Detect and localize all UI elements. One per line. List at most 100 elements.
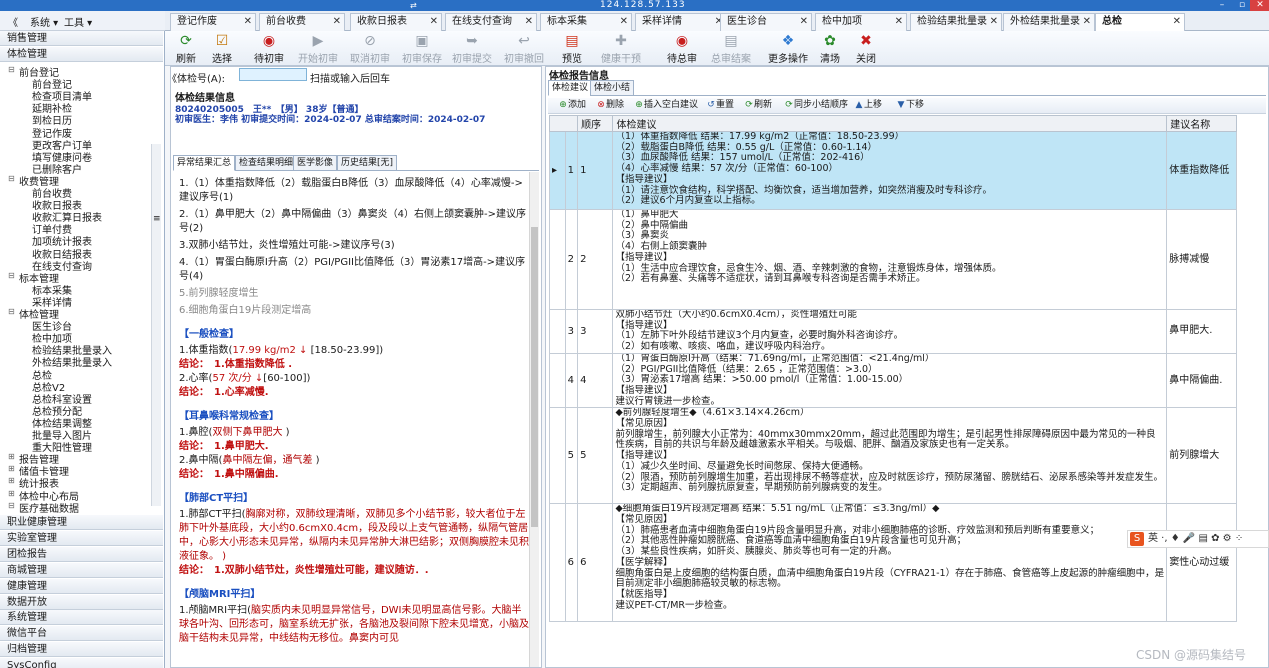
- tab-medical-imaging[interactable]: 医学影像: [293, 155, 338, 171]
- tab-close-icon[interactable]: ✕: [800, 14, 808, 30]
- tab-abnormal-summary[interactable]: 异常结果汇总: [173, 155, 236, 171]
- toolbar-button-3[interactable]: ◉ 待初审: [249, 33, 289, 65]
- menu-tools[interactable]: 工具 ▾: [64, 14, 92, 29]
- column-header-order[interactable]: 顺序: [577, 115, 614, 132]
- panel-collapse-icon[interactable]: 《: [167, 70, 177, 85]
- minimize-button[interactable]: –: [1212, 0, 1232, 11]
- tab-close-icon[interactable]: ✕: [1173, 14, 1181, 30]
- toolbar-button-6[interactable]: ▣ 初审保存: [397, 33, 447, 65]
- tab-close-icon[interactable]: ✕: [620, 14, 628, 30]
- column-header-advice[interactable]: 体检建议: [612, 115, 1168, 132]
- ime-status: 英 ·, ♦ 🎤 ▤ ✿ ⚙ ⁘: [1148, 533, 1244, 544]
- tab-close-icon[interactable]: ✕: [333, 14, 341, 30]
- toolbar-button-15[interactable]: ✖ 关闭: [851, 33, 881, 65]
- column-header-name[interactable]: 建议名称: [1166, 115, 1237, 132]
- doc-tab-1[interactable]: 登记作废 ✕: [170, 13, 256, 31]
- ime-toolbar[interactable]: S 英 ·, ♦ 🎤 ▤ ✿ ⚙ ⁘: [1127, 530, 1269, 548]
- restore-button[interactable]: ▫: [1232, 0, 1252, 11]
- tab-result-detail[interactable]: 检查结果明细: [235, 155, 298, 171]
- advice-row[interactable]: ▸ 1 1 （1）体重指数降低 结果：17.99 kg/m2（正常值：18.50-23…: [549, 131, 1237, 210]
- septum-end: ): [312, 455, 320, 466]
- advice-row[interactable]: 2 2 （1）鼻甲肥大 （2）鼻中隔偏曲 （3）鼻窦炎 （4）右侧上颌窦囊肿 【指导…: [549, 209, 1237, 310]
- advice-action-8[interactable]: ▼ 下移: [896, 99, 924, 112]
- doc-tab-3[interactable]: 收款日报表 ✕: [350, 13, 442, 31]
- sidebar-section[interactable]: 团检报告: [0, 546, 163, 562]
- tab-close-icon[interactable]: ✕: [990, 14, 998, 30]
- sidebar-section[interactable]: 微信平台: [0, 626, 163, 642]
- advice-action-3[interactable]: ⊕插入空白建议: [634, 99, 698, 112]
- tree-toggle-icon[interactable]: ⊞: [8, 464, 15, 473]
- advice-row[interactable]: 4 4 （1）胃蛋白酶原Ⅰ升高（结果：71.69ng/ml，正常范围值：<21.4n…: [549, 352, 1237, 409]
- advice-action-1[interactable]: ⊕添加: [558, 99, 586, 112]
- ct-result: 1.肺部CT平扫(胸廓对称，双肺纹理清晰，双肺见多个小结节影，较大者位于左肺下叶…: [179, 508, 529, 564]
- doc-tab-9[interactable]: 检验结果批量录 ✕: [910, 13, 1002, 31]
- tree-toggle-icon[interactable]: ⊟: [8, 65, 15, 74]
- advice-row[interactable]: 5 5 ◆前列腺轻度增生◆（4.61×3.14×4.26cm） 【常见原因】 前列腺…: [549, 407, 1237, 505]
- sidebar-section[interactable]: 实验室管理: [0, 530, 163, 546]
- tab-close-icon[interactable]: ✕: [895, 14, 903, 30]
- tab-close-icon[interactable]: ✕: [525, 14, 533, 30]
- doc-tab-5[interactable]: 标本采集 ✕: [540, 13, 632, 31]
- tree-toggle-icon[interactable]: ⊟: [8, 501, 15, 510]
- sidebar-section-exam[interactable]: 体检管理: [0, 47, 163, 62]
- sidebar-section-sales[interactable]: 销售管理: [0, 31, 163, 46]
- toolbar-button-8[interactable]: ↩ 初审撤回: [499, 33, 549, 65]
- exam-number-input[interactable]: [239, 68, 307, 81]
- advice-action-4[interactable]: ↺重置: [706, 99, 734, 112]
- toolbar-label: 开始初审: [298, 54, 338, 65]
- doc-tab-10[interactable]: 外检结果批量录 ✕: [1003, 13, 1095, 31]
- toolbar-button-11[interactable]: ◉ 待总审: [662, 33, 702, 65]
- septum-label: 2.鼻中隔(: [179, 455, 223, 466]
- nasal-value: 双侧下鼻甲肥大: [212, 427, 283, 438]
- advice-action-2[interactable]: ⊗删除: [596, 99, 624, 112]
- tab-history[interactable]: 历史结果[无]: [337, 155, 398, 171]
- content-scrollbar[interactable]: [529, 172, 539, 667]
- toolbar-button-7[interactable]: ➥ 初审提交: [447, 33, 497, 65]
- toolbar-button-12[interactable]: ▤ 总审结案: [708, 33, 754, 65]
- toolbar-button-1[interactable]: ⟳ 刷新: [171, 33, 201, 65]
- doc-tab-6[interactable]: 采样详情 ✕: [635, 13, 727, 31]
- tab-close-icon[interactable]: ✕: [1083, 14, 1091, 30]
- tab-advice[interactable]: 体检建议: [548, 80, 593, 96]
- sidebar-section[interactable]: 商城管理: [0, 562, 163, 578]
- advice-action-5[interactable]: ⟳刷新: [744, 99, 772, 112]
- doc-tab-2[interactable]: 前台收费 ✕: [259, 13, 345, 31]
- tab-summary[interactable]: 体检小结: [590, 80, 635, 96]
- menu-system[interactable]: 系统 ▾: [30, 14, 58, 29]
- sidebar-scrollbar[interactable]: ≡: [151, 144, 161, 506]
- tree-toggle-icon[interactable]: ⊞: [8, 489, 15, 498]
- toolbar-button-4[interactable]: ▶ 开始初审: [293, 33, 343, 65]
- tab-close-icon[interactable]: ✕: [430, 14, 438, 30]
- tree-toggle-icon[interactable]: ⊟: [8, 174, 15, 183]
- tree-toggle-icon[interactable]: ⊟: [8, 307, 15, 316]
- collapse-nav-icon[interactable]: 《: [8, 14, 18, 29]
- close-window-button[interactable]: ✕: [1250, 0, 1269, 11]
- sidebar-section[interactable]: 系统管理: [0, 610, 163, 626]
- doc-tab-11[interactable]: 总检 ✕: [1095, 13, 1185, 31]
- action-icon: ▼: [897, 100, 905, 110]
- toolbar-button-14[interactable]: ✿ 清场: [815, 33, 845, 65]
- doc-tab-8[interactable]: 检中加项 ✕: [815, 13, 907, 31]
- advice-row[interactable]: 3 3 双肺小结节灶（大小约0.6cmX0.4cm），炎性增殖灶可能 【指导建议】 …: [549, 309, 1237, 354]
- sidebar-section[interactable]: 归档管理: [0, 642, 163, 658]
- advice-row[interactable]: 6 6 ◆细胞角蛋白19片段测定增高 结果：5.51 ng/mL（正常值：≤3.3n…: [549, 503, 1237, 623]
- doc-tab-4[interactable]: 在线支付查询 ✕: [445, 13, 537, 31]
- advice-action-6[interactable]: ⟳同步小结顺序: [784, 99, 848, 112]
- toolbar-button-13[interactable]: ❖ 更多操作: [763, 33, 813, 65]
- sidebar-section[interactable]: 职业健康管理: [0, 515, 163, 530]
- doc-tab-7[interactable]: 医生诊台 ✕: [720, 13, 812, 31]
- tree-toggle-icon[interactable]: ⊟: [8, 271, 15, 280]
- tree-toggle-icon[interactable]: ⊞: [8, 476, 15, 485]
- toolbar-button-2[interactable]: ☑ 选择: [207, 33, 237, 65]
- toolbar-button-9[interactable]: ▤ 预览: [557, 33, 587, 65]
- sidebar-section[interactable]: SysConfig: [0, 658, 163, 668]
- toolbar-button-10[interactable]: ✚ 健康干预: [598, 33, 644, 65]
- sidebar-section[interactable]: 数据开放: [0, 594, 163, 610]
- scrollbar-thumb[interactable]: [531, 227, 538, 527]
- advice-action-7[interactable]: ▲ 上移: [854, 99, 882, 112]
- sidebar-section[interactable]: 健康管理: [0, 578, 163, 594]
- tab-close-icon[interactable]: ✕: [244, 14, 252, 30]
- advice-text: ◆前列腺轻度增生◆（4.61×3.14×4.26cm） 【常见原因】 前列腺增生…: [612, 407, 1168, 505]
- toolbar-button-5[interactable]: ⊘ 取消初审: [345, 33, 395, 65]
- tree-toggle-icon[interactable]: ⊞: [8, 452, 15, 461]
